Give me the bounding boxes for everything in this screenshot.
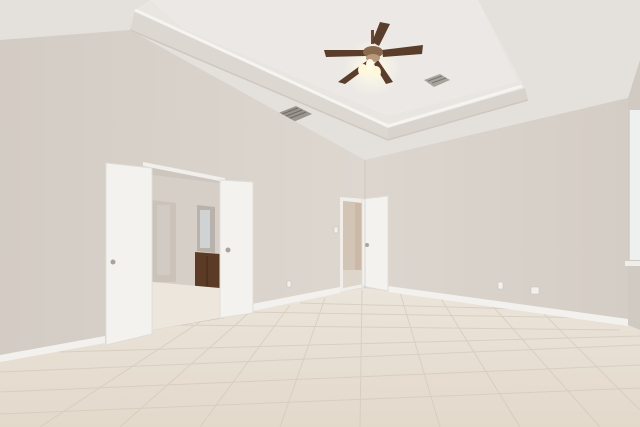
- room-scene: [0, 0, 640, 427]
- wall-outlet: [286, 280, 292, 288]
- door-knob-icon[interactable]: [365, 243, 369, 247]
- door-left-leaf[interactable]: [105, 162, 153, 346]
- door-knob-icon[interactable]: [225, 247, 231, 253]
- double-doorway: [143, 162, 225, 330]
- door-knob-icon[interactable]: [110, 259, 116, 265]
- wall-outlet: [497, 281, 504, 290]
- single-doorway: [340, 197, 365, 292]
- light-switch[interactable]: [333, 226, 339, 234]
- door-right-leaf[interactable]: [219, 179, 254, 319]
- wall-outlet: [530, 286, 540, 295]
- single-door[interactable]: [361, 195, 389, 292]
